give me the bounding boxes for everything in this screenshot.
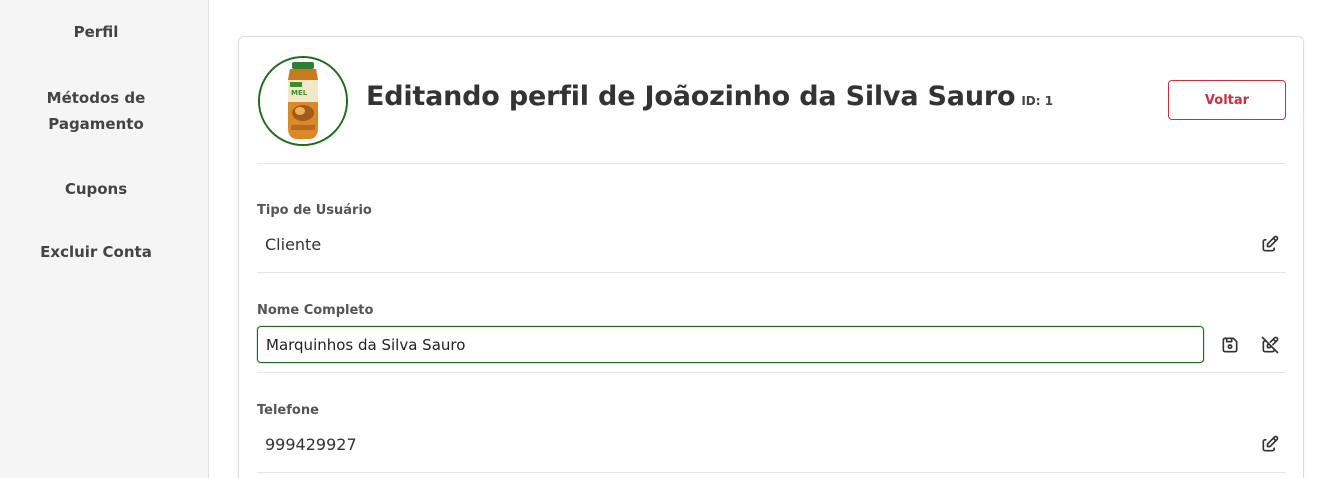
save-icon <box>1222 337 1238 353</box>
sidebar: Perfil Métodos de Pagamento Cupons Exclu… <box>0 0 209 478</box>
divider <box>257 163 1286 164</box>
edit-user-type-button[interactable] <box>1258 232 1282 256</box>
user-type-label: Tipo de Usuário <box>257 203 372 218</box>
edit-off-icon <box>1261 336 1279 354</box>
cancel-edit-name-button[interactable] <box>1258 333 1282 357</box>
sidebar-item-payment-methods[interactable]: Métodos de Pagamento <box>0 85 192 137</box>
save-name-button[interactable] <box>1218 333 1242 357</box>
sidebar-item-label: Perfil <box>73 23 119 41</box>
user-type-value: Cliente <box>265 235 322 254</box>
sidebar-item-delete-account[interactable]: Excluir Conta <box>0 239 192 265</box>
edit-icon <box>1262 235 1279 252</box>
sidebar-item-cupons[interactable]: Cupons <box>0 176 192 202</box>
phone-label: Telefone <box>257 403 319 418</box>
edit-phone-button[interactable] <box>1258 432 1282 456</box>
phone-value: 999429927 <box>265 435 357 454</box>
divider <box>257 372 1286 373</box>
page-title-text: Editando perfil de Joãozinho da Silva Sa… <box>366 81 1016 112</box>
avatar: MEL <box>258 56 348 146</box>
full-name-input[interactable] <box>257 326 1204 363</box>
edit-icon <box>1262 435 1279 452</box>
back-button[interactable]: Voltar <box>1168 80 1286 120</box>
sidebar-item-label: Excluir Conta <box>40 243 152 261</box>
divider <box>257 472 1286 473</box>
avatar-product-text: MEL <box>291 89 308 97</box>
user-id-label: ID: 1 <box>1021 94 1054 108</box>
sidebar-item-label-line2: Pagamento <box>48 115 144 133</box>
page-title: Editando perfil de Joãozinho da Silva Sa… <box>366 81 1053 112</box>
sidebar-item-perfil[interactable]: Perfil <box>0 19 192 45</box>
full-name-label: Nome Completo <box>257 303 374 318</box>
sidebar-item-label-line1: Métodos de <box>46 89 146 107</box>
sidebar-item-label: Cupons <box>64 180 128 198</box>
honey-bottle-image: MEL <box>260 58 346 144</box>
divider <box>257 272 1286 273</box>
profile-card: MEL Editando perfil de Joãozinho da Silv… <box>238 36 1304 478</box>
